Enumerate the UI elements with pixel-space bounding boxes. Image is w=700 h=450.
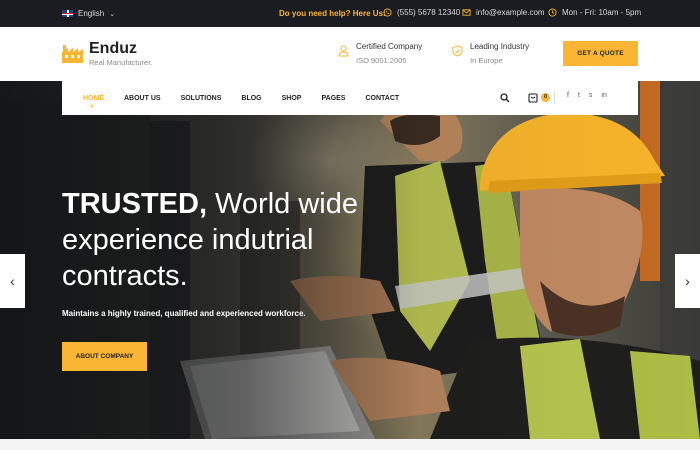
main-navigation: HOME ABOUT US SOLUTIONS BLOG SHOP PAGES … [62,81,638,115]
user-badge-icon [338,45,349,57]
social-links: f t s in [567,92,607,99]
help-text: Do you need help? Here Us: [279,9,386,18]
chevron-down-icon: ⌄ [109,10,116,18]
get-quote-button[interactable]: GET A QUOTE [563,41,638,66]
email-contact[interactable]: info@example.com [462,8,545,17]
facebook-icon[interactable]: f [567,92,569,99]
nav-item-solutions[interactable]: SOLUTIONS [181,95,222,102]
headline-line-2: experience indutrial [62,224,314,256]
feature-title: Certified Company [356,42,423,51]
chevron-left-icon: ‹ [10,273,15,289]
phone-icon [383,8,392,17]
phone-number: (555) 5678 12340 [397,8,461,17]
nav-item-contact[interactable]: CONTACT [365,95,399,102]
language-label: English [78,9,105,18]
chevron-right-icon: › [685,273,690,289]
shield-check-icon [452,45,463,57]
nav-item-shop[interactable]: SHOP [282,95,302,102]
about-company-button[interactable]: ABOUT COMPANY [62,342,147,371]
feature-subtitle: ISO 9001:2005 [356,56,407,65]
office-hours: Mon - Fri: 10am - 5pm [562,8,642,17]
cart-count-badge: 0 [541,93,550,102]
envelope-icon [462,9,471,16]
nav-item-blog[interactable]: BLOG [241,95,261,102]
headline-rest: World wide [207,188,358,220]
factory-logo-icon[interactable] [62,43,83,63]
slider-next-button[interactable]: › [675,254,700,308]
skype-icon[interactable]: s [589,92,593,99]
slider-prev-button[interactable]: ‹ [0,254,25,308]
brand-name[interactable]: Enduz [89,40,137,58]
feature-subtitle: In Europe [470,56,503,65]
search-icon[interactable] [500,93,510,103]
clock-icon [548,8,557,17]
hours-info: Mon - Fri: 10am - 5pm [548,8,641,17]
nav-item-pages[interactable]: PAGES [321,95,345,102]
hero-subline: Maintains a highly trained, qualified an… [62,309,306,318]
cart-button[interactable]: 0 [528,92,550,103]
nav-divider [554,91,555,104]
cart-icon [528,93,538,103]
hero-headline: TRUSTED, World wide experience indutrial… [62,186,358,294]
top-bar: English ⌄ Do you need help? Here Us: (55… [0,0,700,27]
language-selector[interactable]: English ⌄ [62,9,115,18]
nav-item-about-us[interactable]: ABOUT US [124,95,161,102]
nav-item-home[interactable]: HOME [83,95,104,110]
feature-title: Leading Industry [470,42,530,51]
uk-flag-icon [62,10,73,17]
linkedin-icon[interactable]: in [601,92,606,99]
twitter-icon[interactable]: t [578,92,580,99]
brand-tagline: Real Manufacturer. [89,58,153,67]
headline-line-3: contracts. [62,260,188,292]
feature-leading: Leading Industry In Europe [452,42,529,65]
feature-certified: Certified Company ISO 9001:2005 [338,42,422,65]
page-content-start [0,439,700,450]
headline-bold: TRUSTED, [62,188,207,220]
email-address: info@example.com [476,8,545,17]
phone-contact[interactable]: (555) 5678 12340 [383,8,460,17]
